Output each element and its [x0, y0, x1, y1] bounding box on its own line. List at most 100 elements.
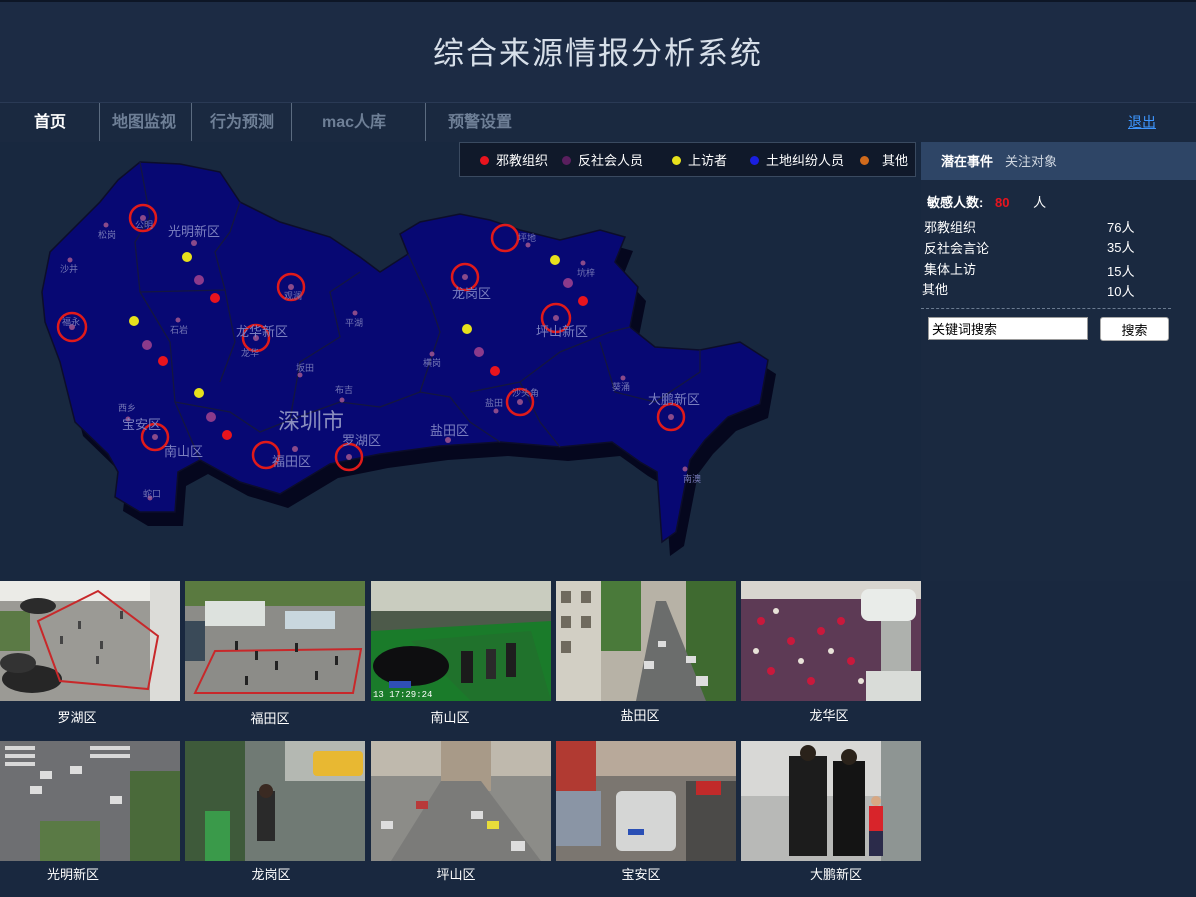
legend-dot — [562, 156, 571, 165]
app-title: 综合来源情报分析系统 — [433, 36, 763, 72]
camera-gallery: 13 17:29:24 罗湖区 福田区 南山区 盐田区 龙华区 光明新区 龙岗区… — [0, 581, 1196, 897]
camera-feed-nanshan[interactable]: 13 17:29:24 — [371, 581, 551, 701]
camera-label: 宝安区 — [621, 867, 661, 882]
svg-text:蛇口: 蛇口 — [143, 488, 161, 500]
camera-feed-dapeng[interactable] — [741, 741, 921, 861]
camera-feed-yantian[interactable] — [556, 581, 736, 701]
camera-label: 盐田区 — [620, 708, 660, 723]
main-nav: 首页 地图监视 行为预测 mac人库 预警设置 退出 — [0, 102, 1196, 142]
district-label: 盐田区 — [430, 424, 469, 439]
city-label: 深圳市 — [278, 410, 344, 435]
stat-label: 反社会言论 — [924, 241, 990, 256]
nav-mac-database[interactable]: mac人库 — [304, 103, 404, 141]
camera-timestamp: 13 17:29:24 — [373, 690, 432, 700]
camera-feed-pingshan[interactable] — [371, 741, 551, 861]
district-label: 罗湖区 — [342, 434, 381, 449]
camera-image: 13 17:29:24 — [371, 581, 551, 701]
stat-label: 其他 — [922, 282, 949, 297]
svg-text:福永: 福永 — [62, 316, 80, 328]
nav-separator — [291, 103, 292, 141]
district-label: 龙华新区 — [236, 324, 288, 340]
svg-text:葵涌: 葵涌 — [612, 381, 630, 393]
stat-value: 35人 — [1107, 240, 1135, 255]
legend-item[interactable]: 土地纠纷人员 — [750, 143, 844, 179]
district-label: 光明新区 — [168, 224, 220, 240]
nav-separator — [99, 103, 100, 141]
camera-feed-baoan[interactable] — [556, 741, 736, 861]
district-label: 宝安区 — [122, 418, 161, 433]
panel-divider — [921, 308, 1171, 309]
camera-label: 大鹏新区 — [809, 867, 862, 882]
legend-item[interactable]: 上访者 — [672, 143, 727, 179]
camera-feed-guangming[interactable] — [0, 741, 180, 861]
svg-text:南澳: 南澳 — [683, 473, 701, 485]
svg-text:沙井: 沙井 — [60, 263, 78, 275]
svg-text:横岗: 横岗 — [423, 357, 441, 369]
event-panel: 潜在事件 关注对象 敏感人数: 80 人 邪教组织 76人 反社会言论 35人 … — [921, 142, 1196, 581]
camera-image — [556, 581, 736, 701]
nav-home[interactable]: 首页 — [18, 103, 82, 141]
nav-behavior-prediction[interactable]: 行为预测 — [198, 103, 286, 141]
stat-label: 邪教组织 — [924, 220, 977, 235]
svg-text:龙华: 龙华 — [241, 347, 259, 359]
nav-alert-settings[interactable]: 预警设置 — [436, 103, 524, 141]
camera-label: 罗湖区 — [57, 710, 97, 725]
tab-potential-events[interactable]: 潜在事件 — [941, 142, 993, 182]
svg-text:公明: 公明 — [135, 220, 153, 231]
sensitive-count-value: 80 — [994, 195, 1010, 210]
camera-image — [185, 581, 365, 701]
legend-dot — [750, 156, 759, 165]
svg-text:坑梓: 坑梓 — [577, 267, 595, 279]
panel-tabs: 潜在事件 关注对象 — [921, 142, 1196, 180]
camera-label: 龙岗区 — [251, 867, 291, 882]
legend-item[interactable]: 其他 — [860, 143, 908, 179]
svg-text:石岩: 石岩 — [170, 324, 188, 336]
district-label: 南山区 — [164, 444, 203, 460]
camera-feed-longhua[interactable] — [741, 581, 921, 701]
stat-value: 10人 — [1107, 284, 1135, 299]
svg-text:沙头角: 沙头角 — [512, 387, 539, 399]
camera-image — [741, 581, 921, 701]
svg-text:平湖: 平湖 — [345, 318, 363, 329]
camera-feed-luohu[interactable] — [0, 581, 180, 701]
district-label: 福田区 — [272, 455, 311, 470]
camera-feed-futian[interactable] — [185, 581, 365, 701]
camera-label: 坪山区 — [436, 867, 476, 882]
camera-label: 龙华区 — [809, 708, 849, 723]
stat-label: 集体上访 — [924, 262, 977, 277]
camera-label: 光明新区 — [46, 867, 99, 882]
legend-item[interactable]: 反社会人员 — [562, 143, 643, 179]
camera-image — [185, 741, 365, 861]
camera-image — [741, 741, 921, 861]
camera-image — [0, 581, 180, 701]
camera-label: 南山区 — [430, 710, 470, 725]
svg-text:观澜: 观澜 — [284, 291, 302, 302]
svg-text:盐田: 盐田 — [485, 397, 503, 409]
camera-image — [556, 741, 736, 861]
map-landmass — [41, 161, 769, 544]
nav-separator — [425, 103, 426, 141]
district-label: 龙岗区 — [452, 287, 491, 302]
district-label: 坪山新区 — [536, 324, 588, 340]
map-panel: 光明新区 龙华新区 龙岗区 坪山新区 宝安区 南山区 福田区 罗湖区 盐田区 大… — [0, 142, 921, 581]
district-label: 大鹏新区 — [648, 392, 700, 408]
svg-text:坪地: 坪地 — [518, 232, 536, 244]
camera-label: 福田区 — [250, 711, 290, 726]
sensitive-count: 敏感人数: 80 人 — [927, 195, 1047, 210]
shenzhen-map[interactable]: 光明新区 龙华新区 龙岗区 坪山新区 宝安区 南山区 福田区 罗湖区 盐田区 大… — [0, 142, 921, 581]
header: 综合来源情报分析系统 — [0, 0, 1196, 102]
legend-dot — [672, 156, 681, 165]
svg-text:西乡: 西乡 — [118, 403, 136, 414]
logout-link[interactable]: 退出 — [1128, 103, 1156, 141]
legend-item[interactable]: 邪教组织 — [480, 143, 548, 179]
search-button[interactable]: 搜索 — [1100, 317, 1169, 341]
svg-text:布吉: 布吉 — [335, 384, 353, 396]
camera-image — [371, 741, 551, 861]
legend-dot — [860, 156, 869, 165]
tab-watch-targets[interactable]: 关注对象 — [1005, 142, 1057, 182]
nav-map-monitor[interactable]: 地图监视 — [104, 103, 184, 141]
keyword-search-input[interactable] — [928, 317, 1088, 340]
nav-separator — [191, 103, 192, 141]
camera-feed-longgang[interactable] — [185, 741, 365, 861]
camera-image — [0, 741, 180, 861]
